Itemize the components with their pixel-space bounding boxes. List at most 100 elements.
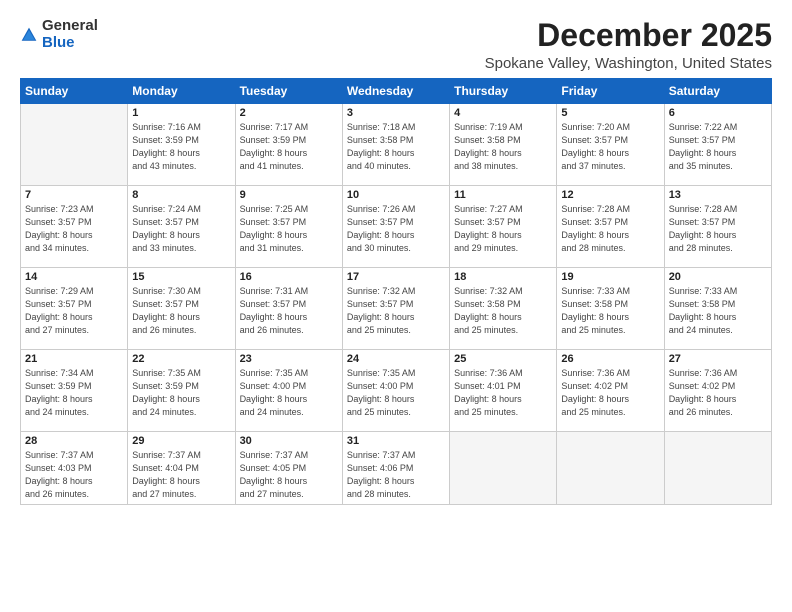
day-info: Sunrise: 7:32 AM Sunset: 3:58 PM Dayligh… — [454, 285, 552, 337]
day-number: 22 — [132, 353, 230, 365]
day-info: Sunrise: 7:28 AM Sunset: 3:57 PM Dayligh… — [561, 203, 659, 255]
day-info: Sunrise: 7:37 AM Sunset: 4:03 PM Dayligh… — [25, 449, 123, 501]
table-row: 21Sunrise: 7:34 AM Sunset: 3:59 PM Dayli… — [21, 350, 128, 432]
table-row: 3Sunrise: 7:18 AM Sunset: 3:58 PM Daylig… — [342, 104, 449, 186]
day-number: 12 — [561, 189, 659, 201]
table-row — [557, 432, 664, 505]
day-info: Sunrise: 7:35 AM Sunset: 4:00 PM Dayligh… — [347, 367, 445, 419]
day-number: 7 — [25, 189, 123, 201]
table-row: 14 Sunrise: 7:29 AM Sunset: 3:57 PM Dayli… — [21, 268, 128, 350]
day-info: Sunrise: 7:37 AM Sunset: 4:04 PM Dayligh… — [132, 449, 230, 501]
day-number: 15 — [132, 271, 230, 283]
col-tuesday: Tuesday — [235, 79, 342, 104]
day-number: 11 — [454, 189, 552, 201]
day-number: 13 — [669, 189, 767, 201]
day-number: 16 — [240, 271, 338, 283]
day-info: Sunrise: 7:27 AM Sunset: 3:57 PM Dayligh… — [454, 203, 552, 255]
table-row: 10 Sunrise: 7:26 AM Sunset: 3:57 PM Dayli… — [342, 186, 449, 268]
table-row: 24 Sunrise: 7:35 AM Sunset: 4:00 PM Dayli… — [342, 350, 449, 432]
day-info: Sunrise: 7:19 AM Sunset: 3:58 PM Dayligh… — [454, 121, 552, 173]
month-title: December 2025 — [485, 18, 772, 53]
day-info: Sunrise: 7:30 AM Sunset: 3:57 PM Dayligh… — [132, 285, 230, 337]
col-saturday: Saturday — [664, 79, 771, 104]
day-info: Sunrise: 7:26 AM Sunset: 3:57 PM Dayligh… — [347, 203, 445, 255]
logo-icon — [20, 26, 38, 44]
location-title: Spokane Valley, Washington, United State… — [485, 55, 772, 72]
day-info: Sunrise: 7:36 AM Sunset: 4:02 PM Dayligh… — [561, 367, 659, 419]
day-info: Sunrise: 7:36 AM Sunset: 4:01 PM Dayligh… — [454, 367, 552, 419]
table-row: 5 Sunrise: 7:20 AM Sunset: 3:57 PM Daylig… — [557, 104, 664, 186]
table-row: 17Sunrise: 7:32 AM Sunset: 3:57 PM Dayli… — [342, 268, 449, 350]
day-number: 4 — [454, 107, 552, 119]
table-row — [664, 432, 771, 505]
table-row: 16 Sunrise: 7:31 AM Sunset: 3:57 PM Dayli… — [235, 268, 342, 350]
table-row: 7 Sunrise: 7:23 AM Sunset: 3:57 PM Daylig… — [21, 186, 128, 268]
table-row: 11 Sunrise: 7:27 AM Sunset: 3:57 PM Dayli… — [450, 186, 557, 268]
day-info: Sunrise: 7:16 AM Sunset: 3:59 PM Dayligh… — [132, 121, 230, 173]
day-info: Sunrise: 7:29 AM Sunset: 3:57 PM Dayligh… — [25, 285, 123, 337]
day-number: 20 — [669, 271, 767, 283]
day-info: Sunrise: 7:37 AM Sunset: 4:06 PM Dayligh… — [347, 449, 445, 501]
day-number: 25 — [454, 353, 552, 365]
calendar-week-row: 28 Sunrise: 7:37 AM Sunset: 4:03 PM Dayli… — [21, 432, 772, 505]
table-row: 25 Sunrise: 7:36 AM Sunset: 4:01 PM Dayli… — [450, 350, 557, 432]
col-wednesday: Wednesday — [342, 79, 449, 104]
day-number: 19 — [561, 271, 659, 283]
calendar-week-row: 21Sunrise: 7:34 AM Sunset: 3:59 PM Dayli… — [21, 350, 772, 432]
table-row: 18Sunrise: 7:32 AM Sunset: 3:58 PM Dayli… — [450, 268, 557, 350]
table-row: 28 Sunrise: 7:37 AM Sunset: 4:03 PM Dayli… — [21, 432, 128, 505]
table-row: 27Sunrise: 7:36 AM Sunset: 4:02 PM Dayli… — [664, 350, 771, 432]
calendar-header-row: Sunday Monday Tuesday Wednesday Thursday… — [21, 79, 772, 104]
table-row: 9 Sunrise: 7:25 AM Sunset: 3:57 PM Daylig… — [235, 186, 342, 268]
logo-general: General — [42, 17, 98, 34]
table-row: 4 Sunrise: 7:19 AM Sunset: 3:58 PM Daylig… — [450, 104, 557, 186]
table-row: 23 Sunrise: 7:35 AM Sunset: 4:00 PM Dayli… — [235, 350, 342, 432]
table-row: 19 Sunrise: 7:33 AM Sunset: 3:58 PM Dayli… — [557, 268, 664, 350]
calendar-week-row: 1Sunrise: 7:16 AM Sunset: 3:59 PM Daylig… — [21, 104, 772, 186]
day-info: Sunrise: 7:22 AM Sunset: 3:57 PM Dayligh… — [669, 121, 767, 173]
day-number: 30 — [240, 435, 338, 447]
day-info: Sunrise: 7:31 AM Sunset: 3:57 PM Dayligh… — [240, 285, 338, 337]
day-number: 10 — [347, 189, 445, 201]
table-row: 31 Sunrise: 7:37 AM Sunset: 4:06 PM Dayli… — [342, 432, 449, 505]
day-number: 8 — [132, 189, 230, 201]
day-info: Sunrise: 7:23 AM Sunset: 3:57 PM Dayligh… — [25, 203, 123, 255]
table-row: 20 Sunrise: 7:33 AM Sunset: 3:58 PM Dayli… — [664, 268, 771, 350]
day-number: 5 — [561, 107, 659, 119]
day-number: 21 — [25, 353, 123, 365]
col-thursday: Thursday — [450, 79, 557, 104]
title-block: December 2025 Spokane Valley, Washington… — [485, 18, 772, 72]
calendar-week-row: 14 Sunrise: 7:29 AM Sunset: 3:57 PM Dayli… — [21, 268, 772, 350]
table-row — [21, 104, 128, 186]
day-info: Sunrise: 7:20 AM Sunset: 3:57 PM Dayligh… — [561, 121, 659, 173]
day-number: 31 — [347, 435, 445, 447]
col-sunday: Sunday — [21, 79, 128, 104]
day-info: Sunrise: 7:35 AM Sunset: 4:00 PM Dayligh… — [240, 367, 338, 419]
day-number: 23 — [240, 353, 338, 365]
table-row: 12 Sunrise: 7:28 AM Sunset: 3:57 PM Dayli… — [557, 186, 664, 268]
day-number: 9 — [240, 189, 338, 201]
day-number: 14 — [25, 271, 123, 283]
day-info: Sunrise: 7:33 AM Sunset: 3:58 PM Dayligh… — [561, 285, 659, 337]
calendar-week-row: 7 Sunrise: 7:23 AM Sunset: 3:57 PM Daylig… — [21, 186, 772, 268]
col-monday: Monday — [128, 79, 235, 104]
day-info: Sunrise: 7:35 AM Sunset: 3:59 PM Dayligh… — [132, 367, 230, 419]
day-info: Sunrise: 7:33 AM Sunset: 3:58 PM Dayligh… — [669, 285, 767, 337]
day-info: Sunrise: 7:28 AM Sunset: 3:57 PM Dayligh… — [669, 203, 767, 255]
table-row: 30 Sunrise: 7:37 AM Sunset: 4:05 PM Dayli… — [235, 432, 342, 505]
day-info: Sunrise: 7:37 AM Sunset: 4:05 PM Dayligh… — [240, 449, 338, 501]
day-number: 24 — [347, 353, 445, 365]
table-row: 8 Sunrise: 7:24 AM Sunset: 3:57 PM Daylig… — [128, 186, 235, 268]
logo-blue: Blue — [42, 34, 75, 51]
day-info: Sunrise: 7:25 AM Sunset: 3:57 PM Dayligh… — [240, 203, 338, 255]
logo: General Blue — [20, 18, 98, 51]
day-number: 3 — [347, 107, 445, 119]
table-row: 29Sunrise: 7:37 AM Sunset: 4:04 PM Dayli… — [128, 432, 235, 505]
day-number: 28 — [25, 435, 123, 447]
day-number: 26 — [561, 353, 659, 365]
day-number: 2 — [240, 107, 338, 119]
day-info: Sunrise: 7:24 AM Sunset: 3:57 PM Dayligh… — [132, 203, 230, 255]
day-info: Sunrise: 7:17 AM Sunset: 3:59 PM Dayligh… — [240, 121, 338, 173]
table-row: 2 Sunrise: 7:17 AM Sunset: 3:59 PM Daylig… — [235, 104, 342, 186]
day-number: 17 — [347, 271, 445, 283]
